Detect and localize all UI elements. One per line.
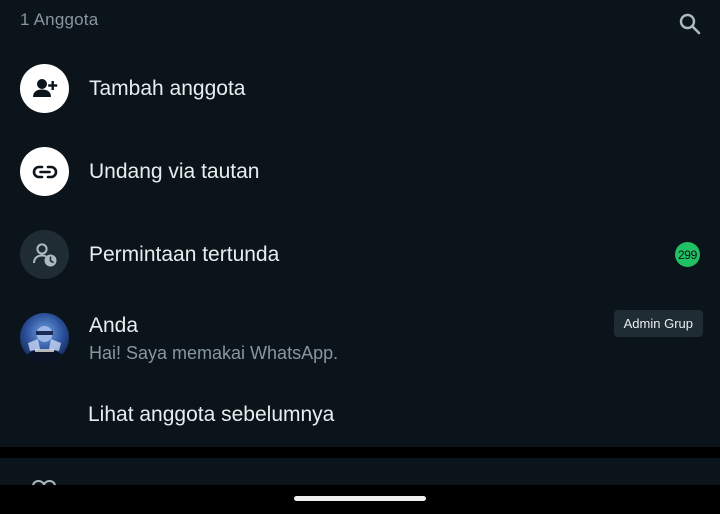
invite-link-row[interactable]: Undang via tautan (0, 147, 720, 197)
member-count-label: 1 Anggota (20, 10, 99, 29)
search-button[interactable] (676, 10, 704, 38)
section-divider (0, 447, 720, 458)
search-icon (679, 13, 701, 35)
avatar (20, 313, 69, 362)
add-member-label: Tambah anggota (89, 77, 246, 100)
member-row[interactable]: Anda Hai! Saya memakai WhatsApp. Admin G… (0, 310, 720, 368)
pending-requests-row[interactable]: Permintaan tertunda 299 (0, 230, 720, 280)
invite-link-label: Undang via tautan (89, 160, 260, 183)
add-person-icon (32, 78, 57, 97)
admin-badge: Admin Grup (613, 310, 703, 337)
link-icon (32, 165, 57, 178)
home-indicator[interactable] (294, 496, 426, 501)
avatar-image (20, 313, 69, 362)
add-member-row[interactable]: Tambah anggota (0, 64, 720, 114)
pending-person-icon (32, 242, 56, 266)
add-member-icon-circle (20, 64, 69, 113)
pending-count-badge: 299 (675, 242, 700, 267)
invite-link-icon-circle (20, 147, 69, 196)
pending-requests-icon-circle (20, 230, 69, 279)
members-header: 1 Anggota (0, 0, 720, 42)
member-name: Anda (89, 314, 139, 337)
pending-requests-label: Permintaan tertunda (89, 243, 280, 266)
member-status: Hai! Saya memakai WhatsApp. (89, 343, 339, 363)
system-navigation-bar (0, 485, 720, 514)
group-members-screen: 1 Anggota Tambah anggota Undang via taut… (0, 0, 720, 514)
see-more-members-link[interactable]: Lihat anggota sebelumnya (88, 403, 334, 427)
